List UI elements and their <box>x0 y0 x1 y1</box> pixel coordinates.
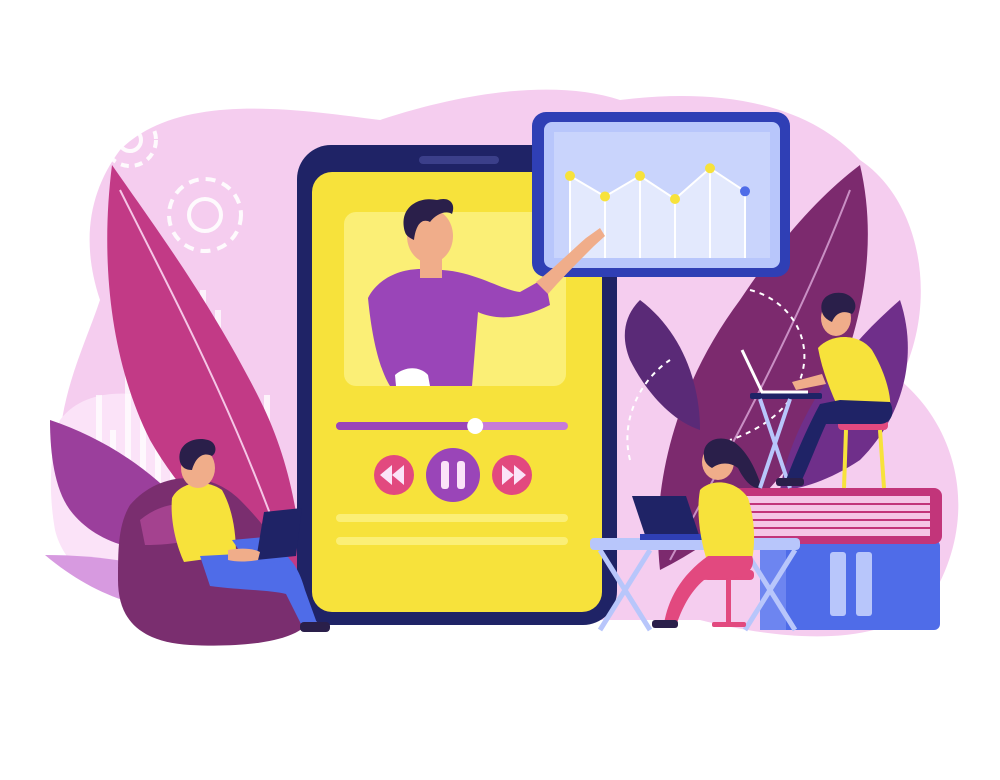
chart-point <box>600 191 610 202</box>
description-line <box>336 537 568 545</box>
chart-point <box>705 163 715 174</box>
chart-point <box>635 170 645 181</box>
fast-forward-button[interactable] <box>492 455 532 495</box>
rewind-button[interactable] <box>374 455 414 495</box>
chart-point <box>740 186 750 197</box>
pause-button[interactable] <box>426 448 480 502</box>
illustration-scene <box>0 0 1000 780</box>
chart-point <box>670 194 680 205</box>
progress-fill <box>336 422 476 430</box>
online-lesson-illustration <box>45 89 959 646</box>
description-line <box>336 514 568 522</box>
progress-knob[interactable] <box>467 418 484 434</box>
chart-point <box>565 170 575 181</box>
desk-top <box>750 393 822 399</box>
